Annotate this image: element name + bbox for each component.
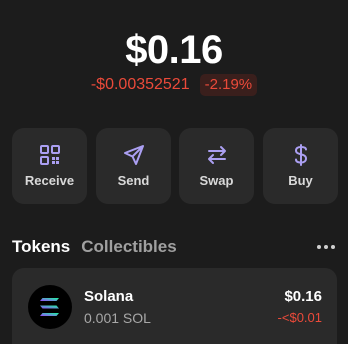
dollar-icon — [294, 144, 307, 166]
swap-icon — [207, 146, 226, 164]
buy-label: Buy — [288, 173, 313, 188]
asset-tabs: Tokens Collectibles — [12, 236, 177, 258]
action-buttons: Receive Send Swap Buy — [12, 128, 338, 204]
portfolio-change-row: -$0.00352521 -2.19% — [0, 74, 348, 96]
swap-label: Swap — [199, 173, 234, 188]
solana-logo — [28, 285, 72, 329]
receive-label: Receive — [24, 173, 75, 188]
token-quantity: 0.001 SOL — [84, 310, 151, 326]
send-button[interactable]: Send — [96, 128, 171, 204]
receive-button[interactable]: Receive — [12, 128, 87, 204]
portfolio-change-percent-badge: -2.19% — [199, 74, 258, 96]
qr-code-icon — [39, 145, 60, 165]
portfolio-change-amount: -$0.00352521 — [90, 76, 190, 93]
tab-tokens[interactable]: Tokens — [12, 237, 70, 257]
token-row-solana[interactable]: Solana 0.001 SOL $0.16 -<$0.01 — [12, 268, 337, 344]
more-horizontal-icon[interactable] — [316, 242, 336, 252]
swap-button[interactable]: Swap — [179, 128, 254, 204]
tab-collectibles[interactable]: Collectibles — [81, 237, 176, 257]
portfolio-balance: $0.16 — [125, 28, 223, 72]
send-icon — [123, 145, 144, 165]
send-label: Send — [117, 173, 150, 188]
buy-button[interactable]: Buy — [263, 128, 338, 204]
token-value: $0.16 — [284, 288, 322, 305]
token-change: -<$0.01 — [277, 310, 322, 325]
token-name: Solana — [84, 288, 134, 305]
